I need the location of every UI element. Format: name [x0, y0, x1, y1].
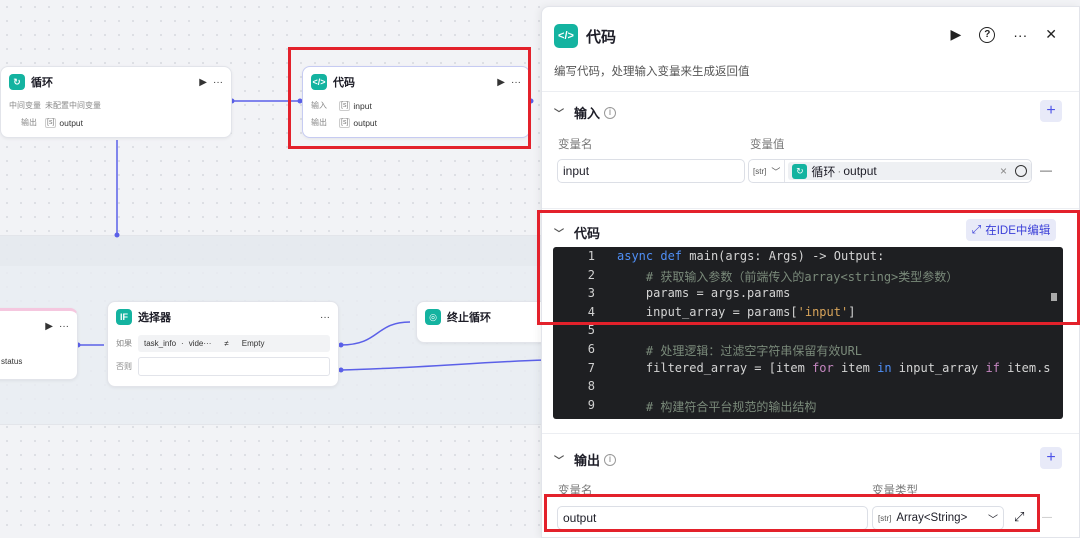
loop-node[interactable]: ↻ 循环 ▶ ··· 中间变量 未配置中间变量 输出 [s] output — [0, 66, 232, 138]
condition-value: Empty — [241, 338, 265, 348]
more-icon[interactable]: ··· — [59, 321, 69, 332]
condition-var2: vide··· — [188, 338, 212, 348]
status-output: status — [1, 357, 23, 366]
stop-icon: ◎ — [425, 309, 441, 325]
more-icon[interactable]: ··· — [213, 77, 223, 88]
chevron-down-icon: ﹀ — [554, 109, 564, 120]
condition-op: ≠ — [224, 338, 229, 348]
line-number: 8 — [587, 379, 595, 394]
close-icon[interactable]: ✕ — [1045, 26, 1057, 43]
selector-node[interactable]: IF 选择器 ··· 如果 task_info · vide··· ≠ Empt… — [107, 301, 339, 387]
loop-icon: ↻ — [792, 163, 808, 179]
input-section-title: 输入 — [574, 106, 601, 121]
col-value-label: 变量值 — [750, 139, 785, 151]
type-selector[interactable]: [str] ﹀ — [749, 160, 786, 182]
loop-node-title: 循环 — [31, 77, 53, 89]
line-number: 5 — [587, 323, 595, 338]
line-number: 6 — [587, 342, 595, 356]
more-icon[interactable]: ··· — [1013, 27, 1027, 43]
more-icon[interactable]: ··· — [320, 312, 330, 323]
row-value: output — [59, 117, 84, 128]
highlight-box-code-node — [288, 47, 531, 149]
loop-icon: ↻ — [9, 74, 25, 90]
input-name-field[interactable]: input — [557, 159, 745, 183]
chevron-down-icon: ﹀ — [554, 456, 564, 467]
col-name-label: 变量名 — [558, 139, 593, 151]
run-icon[interactable]: ▶ — [45, 321, 53, 332]
partial-node[interactable]: ▶ ··· status — [0, 308, 78, 380]
condition-var: task_info — [144, 338, 177, 348]
add-input-button[interactable]: + — [1040, 100, 1062, 122]
info-icon: i — [604, 106, 617, 119]
row-key: 输出 — [21, 118, 37, 127]
output-section-header[interactable]: ﹀ 输出 i — [554, 450, 617, 469]
input-section-header[interactable]: ﹀ 输入 i — [554, 103, 617, 122]
code-line[interactable]: # 构建符合平台规范的输出结构 — [617, 398, 816, 415]
ref-var: output — [843, 164, 877, 178]
code-line[interactable]: filtered_array = [item for item in input… — [617, 361, 1051, 375]
clear-icon[interactable]: × — [1000, 164, 1007, 178]
line-number: 7 — [587, 360, 595, 375]
info-icon: i — [604, 453, 617, 466]
input-value-field[interactable]: [str] ﹀ ↻ 循环 · output × — [748, 159, 1032, 183]
add-output-button[interactable]: + — [1040, 447, 1062, 469]
line-number: 9 — [587, 397, 595, 412]
string-type-icon: [s] — [45, 117, 57, 128]
remove-output-button[interactable]: — — [1042, 512, 1052, 523]
end-loop-title: 终止循环 — [447, 312, 491, 324]
help-icon[interactable]: ? — [979, 26, 996, 43]
if-label: 如果 — [116, 338, 132, 348]
selector-node-title: 选择器 — [138, 312, 171, 324]
row-key: 中间变量 — [9, 101, 41, 110]
row-value: 未配置中间变量 — [45, 101, 101, 110]
panel-title: 代码 — [586, 28, 617, 46]
code-icon: </> — [554, 24, 578, 48]
code-line[interactable]: # 处理逻辑：过滤空字符串保留有效URL — [617, 342, 862, 359]
highlight-box-output — [544, 494, 1040, 532]
highlight-box-code — [537, 210, 1080, 325]
run-icon[interactable]: ▶ — [199, 77, 207, 88]
if-icon: IF — [116, 309, 132, 325]
output-section-title: 输出 — [574, 453, 601, 468]
run-icon[interactable]: ▶ — [950, 26, 961, 43]
target-icon[interactable] — [1015, 165, 1027, 177]
ref-node: 循环 — [811, 164, 836, 179]
else-label: 否则 — [116, 361, 132, 371]
end-loop-node[interactable]: ◎ 终止循环 — [416, 301, 556, 343]
panel-description: 编写代码，处理输入变量来生成返回值 — [554, 66, 750, 78]
remove-input-button[interactable]: — — [1040, 163, 1052, 177]
